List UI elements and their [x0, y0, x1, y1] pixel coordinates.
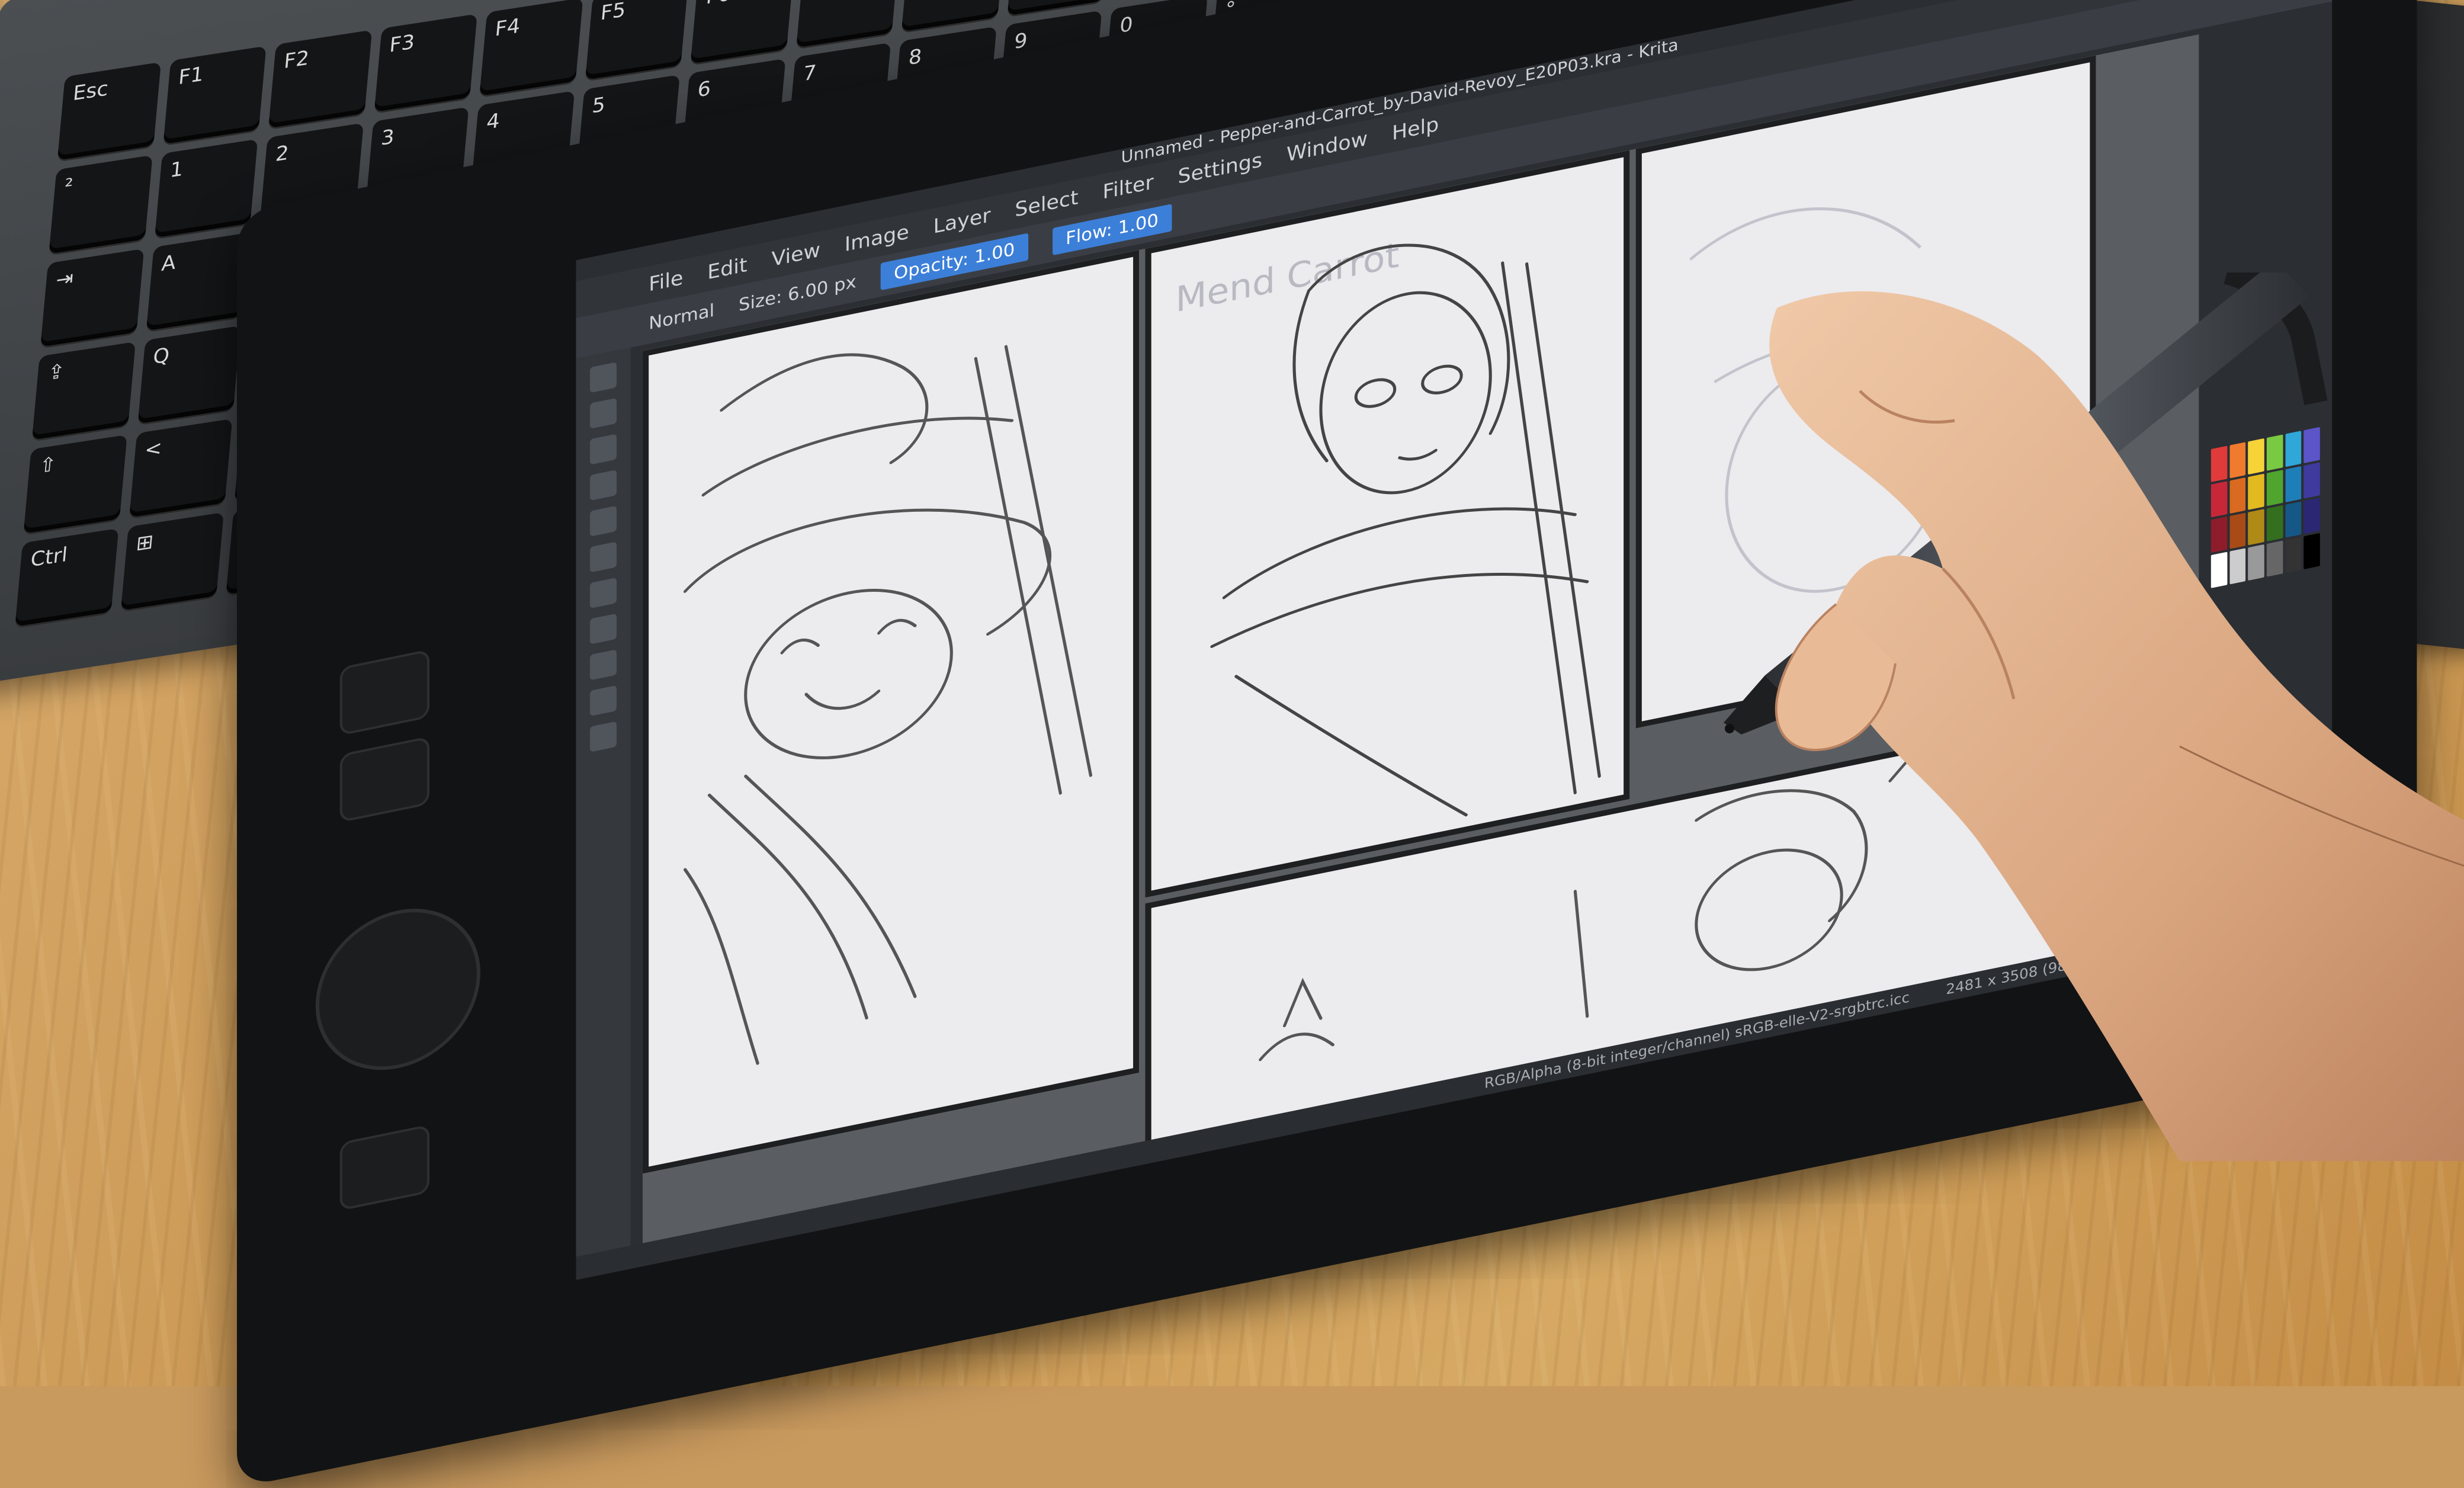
photo-scene: EscF1F2F3F4F5F6F7F8F9F10F11F12InserFinSu…: [0, 0, 2464, 1488]
menu-help[interactable]: Help: [1392, 113, 1439, 145]
menu-filter[interactable]: Filter: [1103, 171, 1154, 204]
hand-with-stylus: [1724, 272, 2464, 1161]
ellipse-tool-icon[interactable]: [590, 505, 617, 537]
keyboard-key[interactable]: F1: [162, 46, 267, 145]
transform-tool-icon[interactable]: [590, 613, 617, 644]
keyboard-key[interactable]: F7: [795, 0, 900, 48]
express-key-1[interactable]: [339, 649, 430, 736]
keyboard-key[interactable]: ⇪: [31, 341, 136, 441]
keyboard-key[interactable]: F5: [585, 0, 689, 81]
keyboard-key[interactable]: ⇧: [23, 435, 127, 534]
menu-file[interactable]: File: [649, 266, 683, 296]
fill-tool-icon[interactable]: [590, 541, 617, 573]
keyboard-key[interactable]: F2: [268, 30, 372, 129]
toolbox: [576, 347, 631, 1280]
keyboard-key[interactable]: F4: [479, 0, 583, 97]
keyboard-key[interactable]: <: [129, 419, 233, 518]
blend-mode-select[interactable]: Normal: [649, 300, 714, 334]
move-tool-icon[interactable]: [590, 577, 617, 609]
line-tool-icon[interactable]: [590, 434, 617, 465]
keyboard-key[interactable]: A: [146, 232, 249, 331]
zoom-tool-icon[interactable]: [590, 685, 617, 717]
eraser-tool-icon[interactable]: [590, 397, 617, 429]
menu-view[interactable]: View: [771, 238, 820, 271]
keyboard-key[interactable]: ⊞: [120, 512, 224, 611]
menu-select[interactable]: Select: [1015, 186, 1078, 222]
express-key-2[interactable]: [339, 736, 430, 823]
picker-tool-icon[interactable]: [590, 721, 617, 752]
menu-image[interactable]: Image: [845, 220, 909, 256]
brush-tool-icon[interactable]: [590, 362, 617, 393]
panel-note: Mend Carrot: [1176, 235, 1400, 321]
keyboard-key[interactable]: ⇥: [40, 248, 144, 347]
clock: Tuesday July 20, 17:52: [1423, 0, 1616, 47]
keyboard-key[interactable]: F6: [690, 0, 794, 65]
keyboard-key[interactable]: ²: [49, 155, 153, 254]
menu-layer[interactable]: Layer: [933, 204, 991, 239]
taskbar-item[interactable]: U...: [820, 174, 867, 206]
sketch-witch-hat: [683, 345, 1093, 1065]
keyboard-key[interactable]: Q: [137, 325, 241, 424]
rectangle-tool-icon[interactable]: [590, 470, 617, 501]
comic-panel-left: [642, 249, 1140, 1174]
select-tool-icon[interactable]: [590, 649, 617, 681]
keyboard-key[interactable]: F3: [374, 14, 477, 113]
express-key-3[interactable]: [339, 1124, 430, 1211]
keyboard-key[interactable]: Esc: [57, 62, 161, 161]
taskbar-item[interactable]: C...: [949, 147, 994, 179]
menu-edit[interactable]: Edit: [707, 253, 747, 284]
taskbar-item[interactable]: N...: [884, 161, 931, 193]
taskbar-item[interactable]: R...: [758, 187, 803, 219]
rocker-ring[interactable]: [315, 893, 480, 1085]
keyboard-key[interactable]: Ctrl: [15, 528, 118, 627]
keyboard-key[interactable]: 1: [154, 139, 258, 238]
